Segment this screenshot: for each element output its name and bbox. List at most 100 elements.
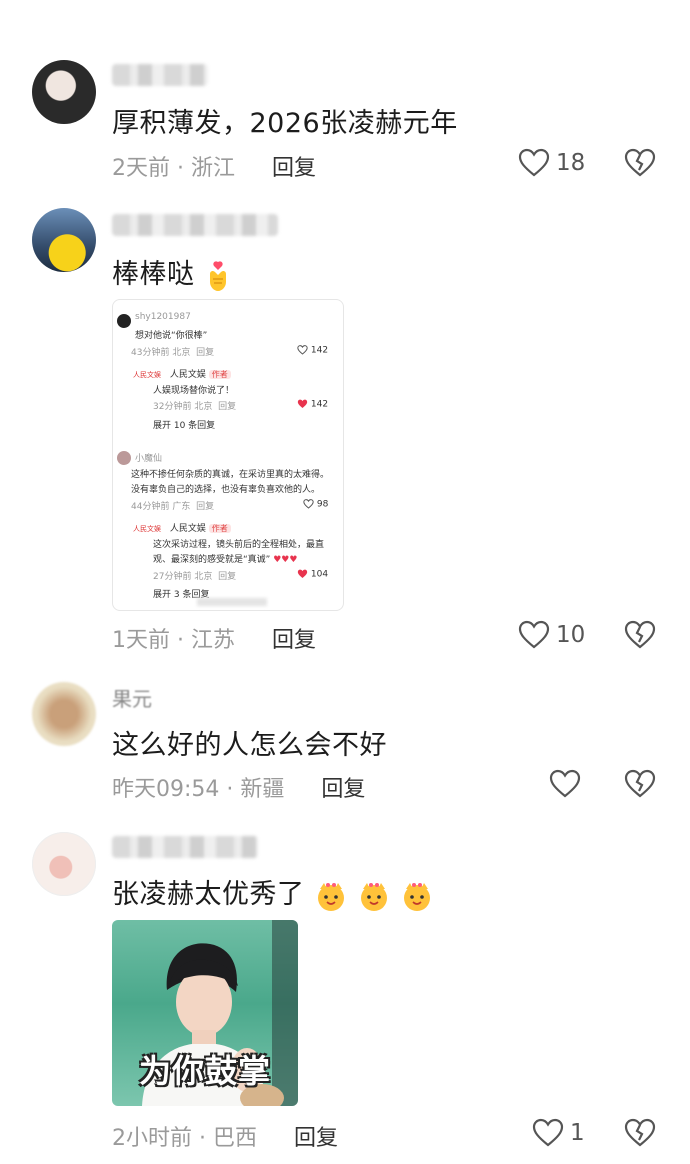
screenshot-meta-time: 32分钟前 北京: [153, 402, 213, 412]
username-blurred[interactable]: [112, 64, 208, 86]
image-caption: 为你鼓掌: [138, 1052, 271, 1090]
comment-meta: 2小时前 · 巴西 回复: [112, 1120, 338, 1152]
screenshot-username: 小魔仙: [135, 454, 163, 464]
screenshot-like: 98: [303, 499, 328, 510]
screenshot-reply: 回复: [196, 502, 215, 512]
reply-button[interactable]: 回复: [272, 628, 316, 653]
screenshot-meta: 44分钟前 广东 回复: [131, 499, 214, 512]
screenshot-like-count: 104: [310, 569, 329, 580]
screenshot-meta: 43分钟前 北京 回复: [131, 345, 214, 358]
screenshot-username: 人民文娱: [169, 524, 206, 534]
screenshot-meta-time: 27分钟前 北京: [153, 572, 213, 582]
comment-time: 2天前: [112, 156, 170, 181]
screenshot-reply-author: 人民文娱 人民文娱 作者: [133, 521, 231, 534]
meta-separator: ·: [177, 156, 184, 181]
heart-icon: [518, 148, 550, 177]
reply-button[interactable]: 回复: [321, 777, 365, 802]
like-count: 10: [556, 622, 586, 648]
cheering-dog-emoji-icon: [360, 882, 387, 911]
dislike-button[interactable]: [624, 620, 656, 654]
comment-location: 浙江: [191, 156, 236, 181]
screenshot-reply: 回复: [218, 572, 237, 582]
hearts-emoji-icon: ♥♥♥: [273, 555, 298, 565]
meta-separator: ·: [199, 1126, 206, 1151]
screenshot-reply-text-content: 观、最深刻的感受就是“真诚”: [153, 555, 271, 565]
screenshot-meta-time: 43分钟前 北京: [131, 348, 191, 358]
username-blurred[interactable]: [112, 214, 278, 236]
broken-heart-icon: [624, 769, 656, 798]
comment-location: 新疆: [240, 777, 285, 802]
heart-filled-icon: [297, 569, 308, 578]
author-badge: 作者: [208, 370, 231, 379]
like-button[interactable]: 10: [518, 618, 585, 652]
heart-icon: [532, 1118, 564, 1147]
reply-button[interactable]: 回复: [294, 1126, 338, 1151]
screenshot-comment-text: 想对他说“你很棒”: [135, 331, 208, 341]
broken-heart-icon: [624, 1118, 656, 1147]
avatar: [117, 451, 131, 465]
screenshot-username: shy1201987: [135, 312, 191, 322]
avatar[interactable]: [32, 832, 96, 896]
brand-logo-icon: 人民文娱: [133, 525, 161, 533]
screenshot-like: 142: [297, 345, 328, 356]
brand-logo-icon: 人民文娱: [133, 371, 161, 379]
comment-text-content: 张凌赫太优秀了: [112, 879, 305, 910]
screenshot-like: 142: [297, 399, 328, 410]
heart-icon: [518, 620, 550, 649]
heart-filled-icon: [297, 399, 308, 408]
avatar[interactable]: [32, 60, 96, 124]
dislike-button[interactable]: [624, 1118, 656, 1152]
heart-icon: [549, 769, 581, 798]
screenshot-reply-text: 这次采访过程，镜头前后的全程相处，最直: [153, 540, 325, 550]
screenshot-reply-text: 人娱现场替你说了！: [153, 386, 235, 396]
cheering-dog-emoji-icon: [317, 882, 344, 911]
comment-text: 棒棒哒: [112, 252, 232, 292]
avatar[interactable]: [32, 682, 96, 746]
comment-location: 江苏: [191, 628, 236, 653]
username-blurred[interactable]: [112, 836, 258, 858]
comment-location: 巴西: [213, 1126, 258, 1151]
author-badge: 作者: [208, 524, 231, 533]
screenshot-like-count: 142: [310, 345, 329, 356]
attached-screenshot[interactable]: shy1201987 想对他说“你很棒” 43分钟前 北京 回复 142 人民文…: [112, 299, 344, 611]
comment-text: 这么好的人怎么会不好: [112, 730, 387, 761]
like-button[interactable]: 1: [532, 1116, 585, 1150]
screenshot-meta: 32分钟前 北京 回复: [153, 399, 236, 412]
screenshot-like-count: 98: [316, 499, 329, 510]
screenshot-meta-time: 44分钟前 广东: [131, 502, 191, 512]
screenshot-expand: 展开 10 条回复: [153, 421, 216, 431]
screenshot-reply-author: 人民文娱 人民文娱 作者: [133, 367, 231, 380]
screenshot-like: 104: [297, 569, 328, 580]
screenshot-reply: 回复: [196, 348, 215, 358]
screenshot-username: 人民文娱: [169, 370, 206, 380]
attached-image[interactable]: 为你鼓掌: [112, 920, 298, 1106]
screenshot-reply: 回复: [218, 402, 237, 412]
meta-separator: ·: [177, 628, 184, 653]
comment-text-content: 棒棒哒: [112, 259, 195, 290]
avatar[interactable]: [32, 208, 96, 272]
meta-separator: ·: [226, 777, 234, 802]
comment-text: 张凌赫太优秀了: [112, 872, 434, 913]
screenshot-comment-text: 没有辜负自己的选择，也没有辜负喜欢他的人。: [131, 485, 321, 495]
comment-time: 2小时前: [112, 1126, 192, 1151]
comment-meta: 1天前 · 江苏 回复: [112, 622, 316, 654]
screenshot-meta: 27分钟前 北京 回复: [153, 569, 236, 582]
dislike-button[interactable]: [624, 769, 656, 803]
screenshot-reply-text: 观、最深刻的感受就是“真诚” ♥♥♥: [153, 552, 297, 565]
dislike-button[interactable]: [624, 148, 656, 182]
broken-heart-icon: [624, 148, 656, 177]
broken-heart-icon: [624, 620, 656, 649]
like-count: 1: [570, 1120, 585, 1146]
reply-button[interactable]: 回复: [272, 156, 316, 181]
comment-time: 1天前: [112, 628, 170, 653]
like-button[interactable]: 18: [518, 146, 585, 180]
screenshot-like-count: 142: [310, 399, 329, 410]
username[interactable]: 果元: [112, 683, 152, 712]
comment-time: 昨天09:54: [112, 777, 220, 802]
comment-text: 厚积薄发，2026张凌赫元年: [112, 108, 458, 139]
like-button[interactable]: [549, 767, 581, 801]
comment-meta: 昨天09:54 · 新疆 回复: [112, 771, 365, 803]
screenshot-comment-text: 这种不掺任何杂质的真诚，在采访里真的太难得。: [131, 470, 330, 480]
hand-heart-emoji-icon: [209, 260, 226, 291]
like-count: 18: [556, 150, 586, 176]
